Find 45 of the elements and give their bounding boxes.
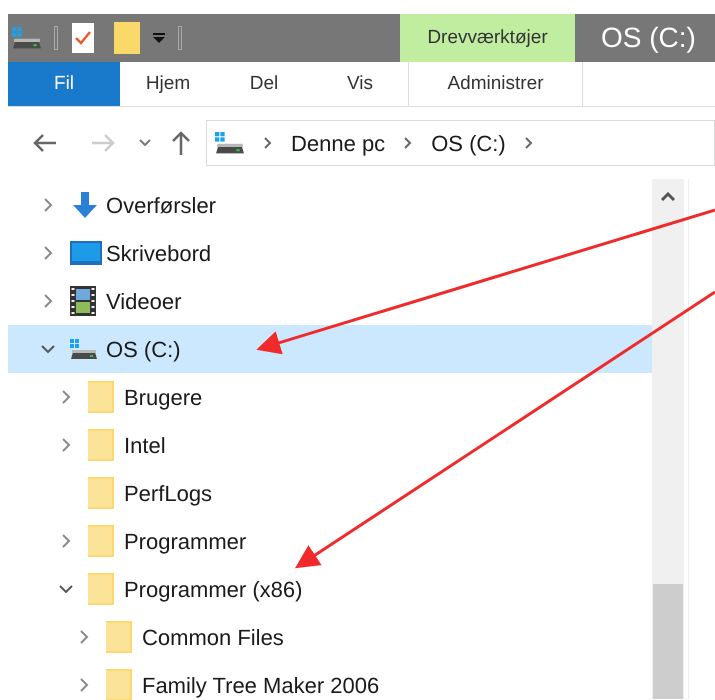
back-arrow-icon[interactable] bbox=[32, 132, 58, 154]
scroll-up-icon[interactable] bbox=[660, 191, 676, 201]
folder-icon bbox=[106, 669, 132, 700]
folder-icon bbox=[88, 429, 114, 461]
tree-item[interactable]: Brugere bbox=[8, 373, 652, 421]
window-title: OS (C:) bbox=[601, 21, 696, 55]
up-arrow-icon[interactable] bbox=[170, 130, 192, 156]
tree-item[interactable]: PerfLogs bbox=[8, 469, 652, 517]
tree-item[interactable]: Common Files bbox=[8, 613, 652, 661]
folder-icon bbox=[88, 381, 114, 413]
ribbon-tab[interactable]: Del bbox=[216, 62, 312, 106]
tree-item[interactable]: Programmer bbox=[8, 517, 652, 565]
properties-icon[interactable] bbox=[72, 23, 94, 53]
breadcrumb-item[interactable]: OS (C:) bbox=[431, 126, 506, 160]
chevron-down-icon[interactable] bbox=[138, 138, 152, 148]
drive-icon bbox=[70, 338, 98, 360]
tree-item[interactable]: Overførsler bbox=[8, 181, 652, 229]
desktop-icon bbox=[70, 241, 102, 265]
breadcrumb-item[interactable]: Denne pc bbox=[291, 126, 386, 160]
ribbon-tab[interactable]: Hjem bbox=[120, 62, 216, 106]
chevron-right-icon[interactable] bbox=[263, 136, 273, 150]
scrollbar[interactable] bbox=[652, 179, 684, 699]
film-strip-icon bbox=[70, 286, 96, 316]
ribbon-tab[interactable]: Fil bbox=[8, 62, 120, 106]
drive-icon bbox=[12, 26, 42, 50]
ribbon-tab[interactable]: Administrer bbox=[408, 62, 583, 106]
folder-icon bbox=[88, 477, 114, 509]
tree-item[interactable]: OS (C:) bbox=[8, 325, 652, 373]
chevron-right-icon[interactable] bbox=[524, 136, 534, 150]
tree-item[interactable]: Programmer (x86) bbox=[8, 565, 652, 613]
folder-icon bbox=[88, 573, 114, 605]
drive-icon bbox=[215, 132, 245, 154]
tree-item[interactable]: Videoer bbox=[8, 277, 652, 325]
folder-icon bbox=[88, 525, 114, 557]
address-bar[interactable]: Denne pc OS (C:) bbox=[206, 120, 715, 166]
dropdown-icon[interactable] bbox=[152, 31, 166, 45]
download-arrow-icon bbox=[70, 190, 100, 220]
ribbon-tab[interactable]: Vis bbox=[312, 62, 408, 106]
context-tab-group: Drevværktøjer bbox=[400, 14, 575, 62]
scrollbar-thumb[interactable] bbox=[653, 584, 683, 699]
tree-item[interactable]: Skrivebord bbox=[8, 229, 652, 277]
tree-item[interactable]: Family Tree Maker 2006 bbox=[8, 661, 652, 700]
chevron-right-icon[interactable] bbox=[403, 136, 414, 150]
tree-item[interactable]: Intel bbox=[8, 421, 652, 469]
folder-icon bbox=[106, 621, 132, 653]
